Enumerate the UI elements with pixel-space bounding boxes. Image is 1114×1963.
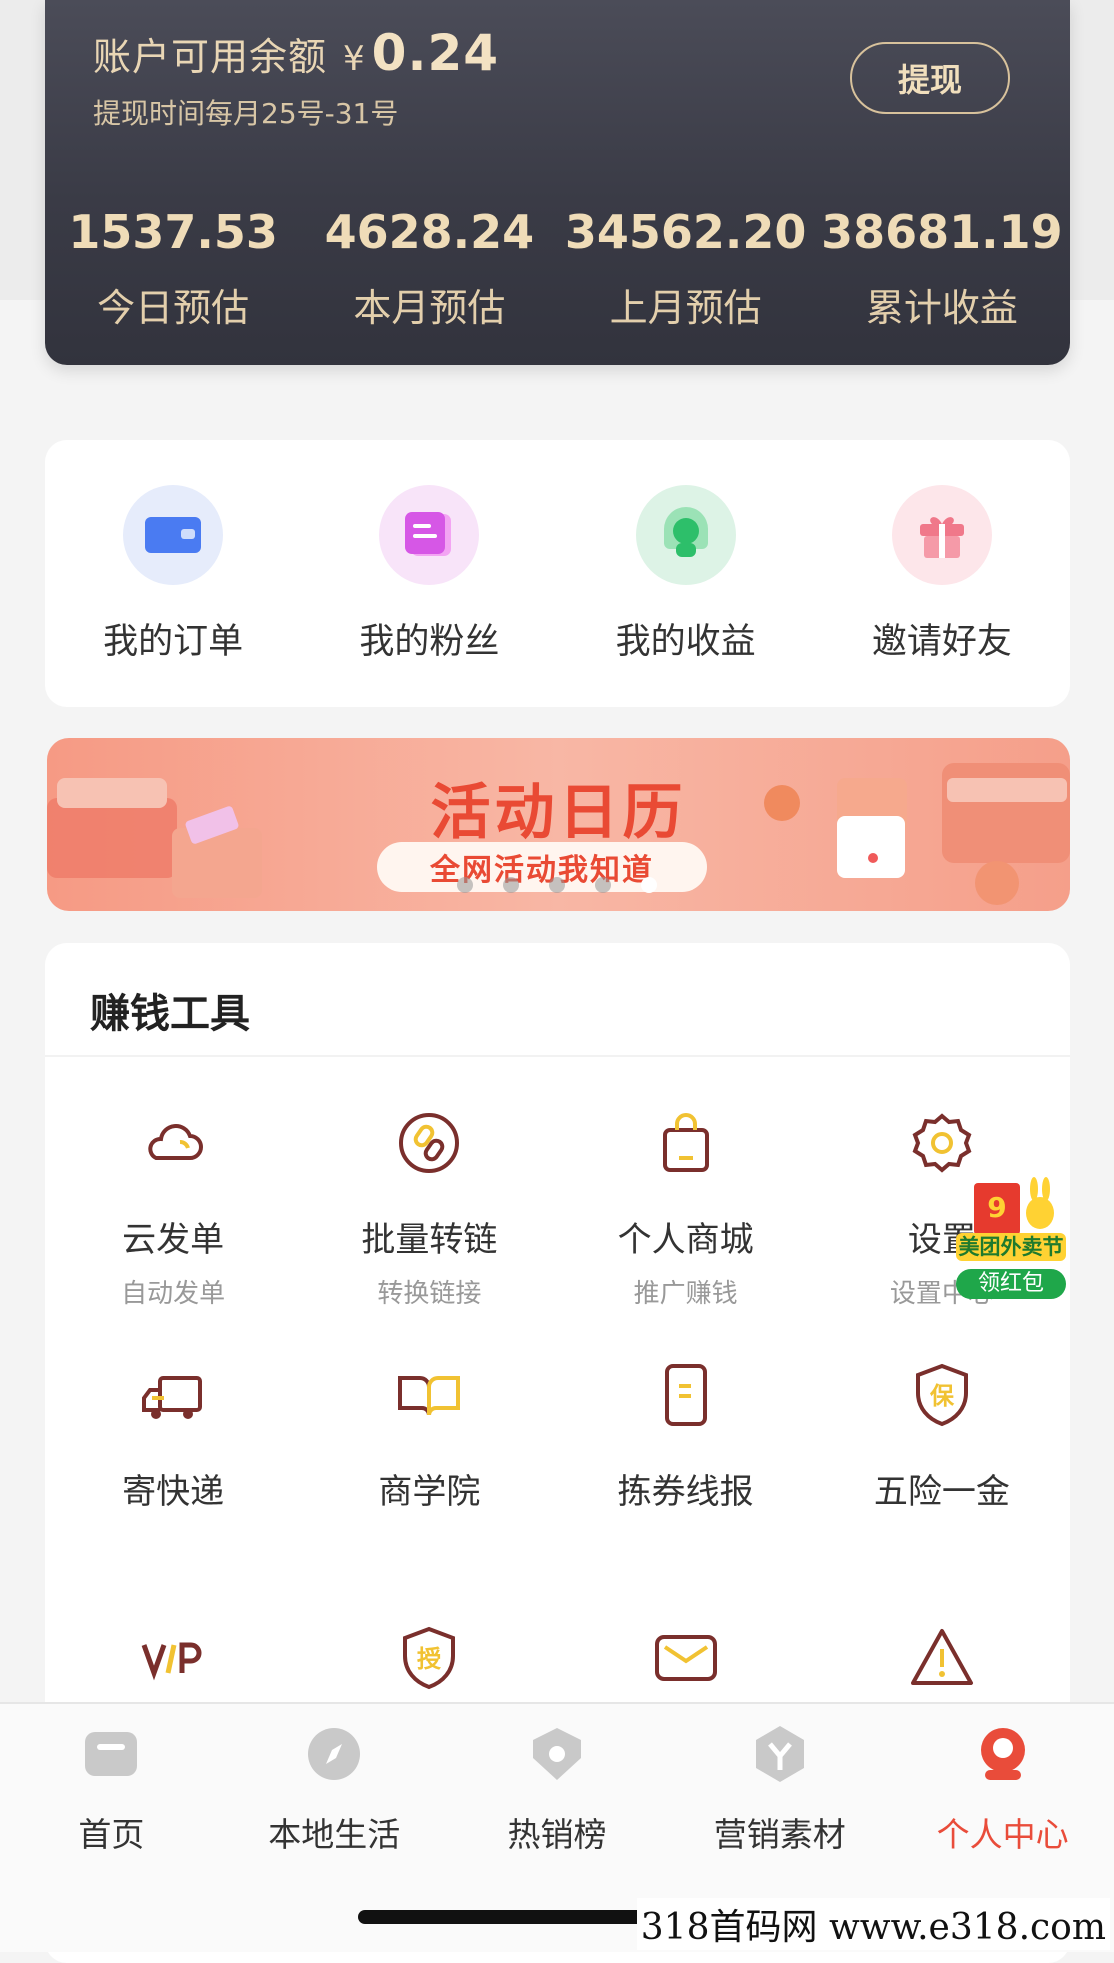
earnings-stats: 1537.53 今日预估 4628.24 本月预估 34562.20 上月预估 … xyxy=(45,205,1070,332)
materials-icon xyxy=(755,1726,804,1782)
tab-label: 本地生活 xyxy=(268,1815,401,1854)
badge-action: 领红包 xyxy=(956,1269,1066,1299)
quick-item-label: 我的粉丝 xyxy=(359,622,500,662)
stat-value: 1537.53 xyxy=(68,205,278,259)
svg-text:保: 保 xyxy=(929,1382,955,1410)
book-icon xyxy=(398,1376,461,1416)
tool-name: 个人商城 xyxy=(617,1220,754,1260)
link-icon xyxy=(399,1113,460,1173)
divider xyxy=(45,1055,1070,1057)
tool-name: 寄快递 xyxy=(122,1472,225,1512)
vip-icon xyxy=(141,1642,202,1681)
tool-insurance[interactable]: 保 五险一金 xyxy=(814,1360,1070,1513)
stat-today[interactable]: 1537.53 今日预估 xyxy=(45,205,301,332)
tool-business-school[interactable]: 商学院 xyxy=(301,1360,557,1513)
quick-item-earnings[interactable]: 我的收益 xyxy=(558,440,814,707)
fans-icon xyxy=(379,485,480,585)
carousel-dot[interactable] xyxy=(503,877,519,893)
stat-total[interactable]: 38681.19 累计收益 xyxy=(814,205,1070,332)
currency-symbol: ¥ xyxy=(343,39,366,79)
note-icon xyxy=(664,1364,707,1426)
tool-authorize[interactable]: 授 xyxy=(301,1623,557,1697)
stat-value: 34562.20 xyxy=(564,205,807,259)
gear-icon xyxy=(912,1113,972,1173)
quick-item-fans[interactable]: 我的粉丝 xyxy=(301,440,557,707)
withdraw-button[interactable]: 提现 xyxy=(850,42,1010,114)
warning-icon xyxy=(910,1629,973,1685)
tab-label: 营销素材 xyxy=(713,1815,846,1854)
cloud-icon xyxy=(148,1124,204,1160)
tool-subtitle: 转换链接 xyxy=(377,1279,482,1309)
tools-grid: 云发单 自动发单 批量转链 转换链接 个人商城 推广赚钱 设置 设置中心 寄快递… xyxy=(45,1108,1070,1697)
stat-label: 今日预估 xyxy=(97,286,250,330)
tool-personal-mall[interactable]: 个人商城 推广赚钱 xyxy=(558,1108,814,1310)
balance-title-row: 账户可用余额 ¥ 0.24 xyxy=(93,24,499,82)
tool-warning[interactable] xyxy=(814,1623,1070,1697)
tab-label: 热销榜 xyxy=(507,1815,607,1854)
carousel-dot[interactable] xyxy=(457,877,473,893)
truck-icon xyxy=(142,1376,203,1419)
tool-mail[interactable] xyxy=(558,1623,814,1697)
badge-number: 9 xyxy=(987,1191,1006,1224)
section-title: 赚钱工具 xyxy=(90,991,250,1037)
balance-title: 账户可用余额 xyxy=(93,35,328,79)
compass-icon xyxy=(308,1728,361,1780)
quick-item-invite[interactable]: 邀请好友 xyxy=(814,440,1070,707)
svg-text:授: 授 xyxy=(417,1645,442,1673)
stat-label: 累计收益 xyxy=(865,286,1018,330)
stat-this-month[interactable]: 4628.24 本月预估 xyxy=(301,205,557,332)
balance-amount: 0.24 xyxy=(371,24,500,82)
wallet-icon xyxy=(123,485,224,585)
tool-name: 商学院 xyxy=(378,1472,481,1512)
meituan-float-badge[interactable]: 9 美团外卖节 领红包 xyxy=(948,1175,1068,1303)
tool-subtitle: 自动发单 xyxy=(121,1279,226,1309)
tab-label: 首页 xyxy=(78,1815,145,1854)
banner-title: 活动日历 xyxy=(430,778,687,848)
badge-title: 美团外卖节 xyxy=(956,1233,1066,1261)
authorize-icon: 授 xyxy=(403,1626,456,1690)
shopping-bag-icon xyxy=(662,1113,709,1172)
stat-label: 本月预估 xyxy=(353,286,506,330)
tool-name: 批量转链 xyxy=(361,1220,498,1260)
tool-cloud-post[interactable]: 云发单 自动发单 xyxy=(45,1108,301,1310)
profile-icon xyxy=(980,1728,1025,1780)
tool-subtitle: 推广赚钱 xyxy=(633,1279,738,1309)
quick-item-label: 我的收益 xyxy=(615,622,756,662)
tool-name: 拣券线报 xyxy=(617,1472,754,1512)
mail-icon xyxy=(654,1635,717,1681)
quick-item-orders[interactable]: 我的订单 xyxy=(45,440,301,707)
stat-label: 上月预估 xyxy=(609,286,762,330)
withdraw-schedule: 提现时间每月25号-31号 xyxy=(93,97,399,130)
carousel-dots xyxy=(0,877,1114,893)
balance-card: 账户可用余额 ¥ 0.24 提现时间每月25号-31号 提现 1537.53 今… xyxy=(45,0,1070,365)
tool-coupon-news[interactable]: 拣券线报 xyxy=(558,1360,814,1513)
tool-vip[interactable] xyxy=(45,1623,301,1697)
stat-last-month[interactable]: 34562.20 上月预估 xyxy=(558,205,814,332)
tool-batch-link[interactable]: 批量转链 转换链接 xyxy=(301,1108,557,1310)
shield-icon: 保 xyxy=(915,1363,968,1427)
gift-icon xyxy=(891,485,992,585)
watermark: 318首码网 www.e318.com xyxy=(636,1898,1110,1950)
tool-name: 五险一金 xyxy=(873,1472,1010,1512)
tool-name: 云发单 xyxy=(122,1220,225,1260)
carousel-dot-active[interactable] xyxy=(641,877,657,893)
quick-item-label: 我的订单 xyxy=(103,622,244,662)
carousel-dot[interactable] xyxy=(549,877,565,893)
tool-row: 寄快递 商学院 拣券线报 保 五险一金 xyxy=(45,1360,1070,1513)
tab-home[interactable]: 首页 xyxy=(0,1704,223,1952)
quick-entries-card: 我的订单 我的粉丝 我的收益 邀请好友 xyxy=(45,440,1070,707)
tool-row: 授 xyxy=(45,1623,1070,1697)
tool-row: 云发单 自动发单 批量转链 转换链接 个人商城 推广赚钱 设置 设置中心 xyxy=(45,1108,1070,1310)
tab-label: 个人中心 xyxy=(936,1815,1069,1854)
quick-item-label: 邀请好友 xyxy=(871,622,1012,662)
carousel-dot[interactable] xyxy=(595,877,611,893)
red-packet-icon: 9 xyxy=(974,1177,1054,1235)
home-icon xyxy=(85,1732,138,1776)
stat-value: 4628.24 xyxy=(324,205,535,259)
tool-express[interactable]: 寄快递 xyxy=(45,1360,301,1513)
earnings-icon xyxy=(635,485,736,585)
hot-icon xyxy=(532,1728,581,1780)
stat-value: 38681.19 xyxy=(821,205,1063,259)
